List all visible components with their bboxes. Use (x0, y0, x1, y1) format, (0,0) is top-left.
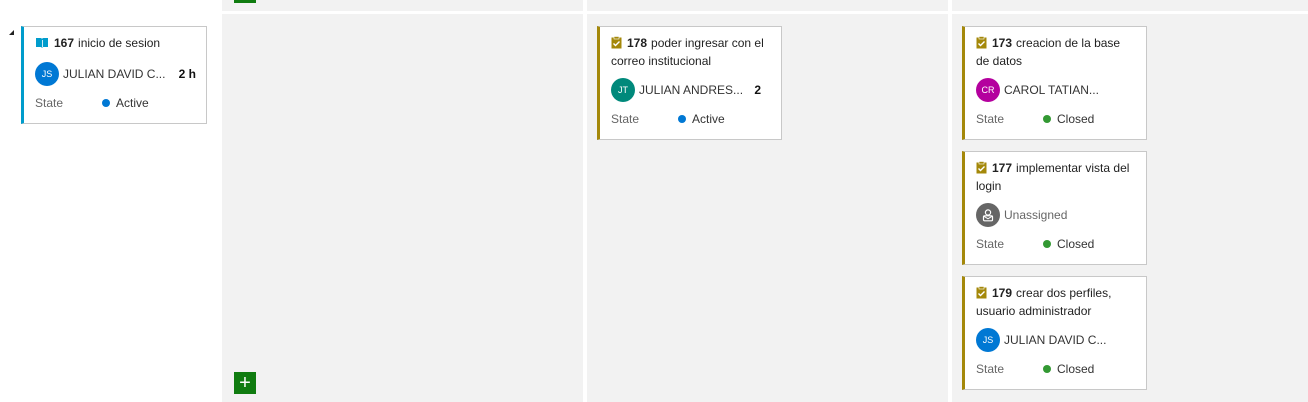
assignee[interactable]: Unassigned (976, 202, 1136, 228)
state-field: State Closed (976, 111, 1136, 127)
clipboard-icon (611, 36, 622, 53)
card-title-line: 177 implementar vista del login (976, 160, 1136, 194)
work-item-id[interactable]: 167 (54, 36, 74, 50)
card-title-line: 173 creacion de la base de datos (976, 35, 1136, 69)
clipboard-icon (976, 36, 987, 53)
card-title-line: 167 inicio de sesion (35, 35, 196, 53)
state-value[interactable]: Closed (1057, 362, 1094, 376)
state-label: State (35, 96, 64, 110)
clipboard-icon (976, 286, 987, 303)
state-value[interactable]: Active (116, 96, 149, 110)
work-item-id[interactable]: 178 (627, 36, 647, 50)
column-cell-top (222, 0, 583, 11)
collapse-row-icon[interactable] (9, 30, 14, 35)
state-label: State (976, 112, 1005, 126)
clipboard-icon (976, 161, 987, 178)
work-item-id[interactable]: 179 (992, 286, 1012, 300)
assignee[interactable]: JS JULIAN DAVID C... 2 h (35, 61, 196, 87)
remaining-work: 2 (754, 83, 761, 97)
column-cell-top (587, 0, 948, 11)
work-item-title[interactable]: inicio de sesion (78, 36, 160, 50)
state-value[interactable]: Closed (1057, 237, 1094, 251)
work-item-id[interactable]: 177 (992, 161, 1012, 175)
state-dot (1043, 240, 1051, 248)
avatar: JS (976, 328, 1000, 352)
add-task-button[interactable]: + (234, 372, 256, 394)
column-cell-top (952, 0, 1308, 11)
state-value[interactable]: Closed (1057, 112, 1094, 126)
assignee-name: CAROL TATIAN... (1004, 83, 1099, 97)
task-card[interactable]: 173 creacion de la base de datos CR CAROL… (962, 26, 1147, 140)
task-card[interactable]: 178 poder ingresar con el correo instituc… (597, 26, 782, 140)
state-field: State Closed (976, 361, 1136, 377)
assignee[interactable]: JT JULIAN ANDRES... 2 (611, 77, 771, 103)
assignee[interactable]: JS JULIAN DAVID C... (976, 327, 1136, 353)
assignee-name: Unassigned (1004, 208, 1068, 222)
task-card[interactable]: 177 implementar vista del login Unassigne… (962, 151, 1147, 265)
state-dot (1043, 115, 1051, 123)
add-task-button-edge[interactable] (234, 0, 256, 3)
card-title-line: 179 crear dos perfiles, usuario administr… (976, 285, 1136, 319)
unassigned-user-icon (976, 203, 1000, 227)
state-field: State Closed (976, 236, 1136, 252)
assignee[interactable]: CR CAROL TATIAN... (976, 77, 1136, 103)
assignee-name: JULIAN ANDRES... (639, 83, 744, 97)
avatar: CR (976, 78, 1000, 102)
assignee-name: JULIAN DAVID C... (1004, 333, 1107, 347)
state-value[interactable]: Active (692, 112, 725, 126)
avatar: JT (611, 78, 635, 102)
state-label: State (611, 112, 640, 126)
state-field: State Active (611, 111, 771, 127)
state-label: State (976, 362, 1005, 376)
work-item-id[interactable]: 173 (992, 36, 1012, 50)
state-dot (102, 99, 110, 107)
state-field: State Active (35, 95, 196, 111)
remaining-work: 2 h (178, 67, 196, 81)
state-dot (678, 115, 686, 123)
assignee-name: JULIAN DAVID C... (63, 67, 166, 81)
parent-card[interactable]: 167 inicio de sesion JS JULIAN DAVID C...… (21, 26, 207, 124)
state-label: State (976, 237, 1005, 251)
card-title-line: 178 poder ingresar con el correo instituc… (611, 35, 771, 69)
state-dot (1043, 365, 1051, 373)
avatar: JS (35, 62, 59, 86)
column-todo (222, 14, 583, 402)
plus-icon: + (239, 372, 251, 394)
book-icon (35, 37, 49, 53)
task-card[interactable]: 179 crear dos perfiles, usuario administr… (962, 276, 1147, 390)
